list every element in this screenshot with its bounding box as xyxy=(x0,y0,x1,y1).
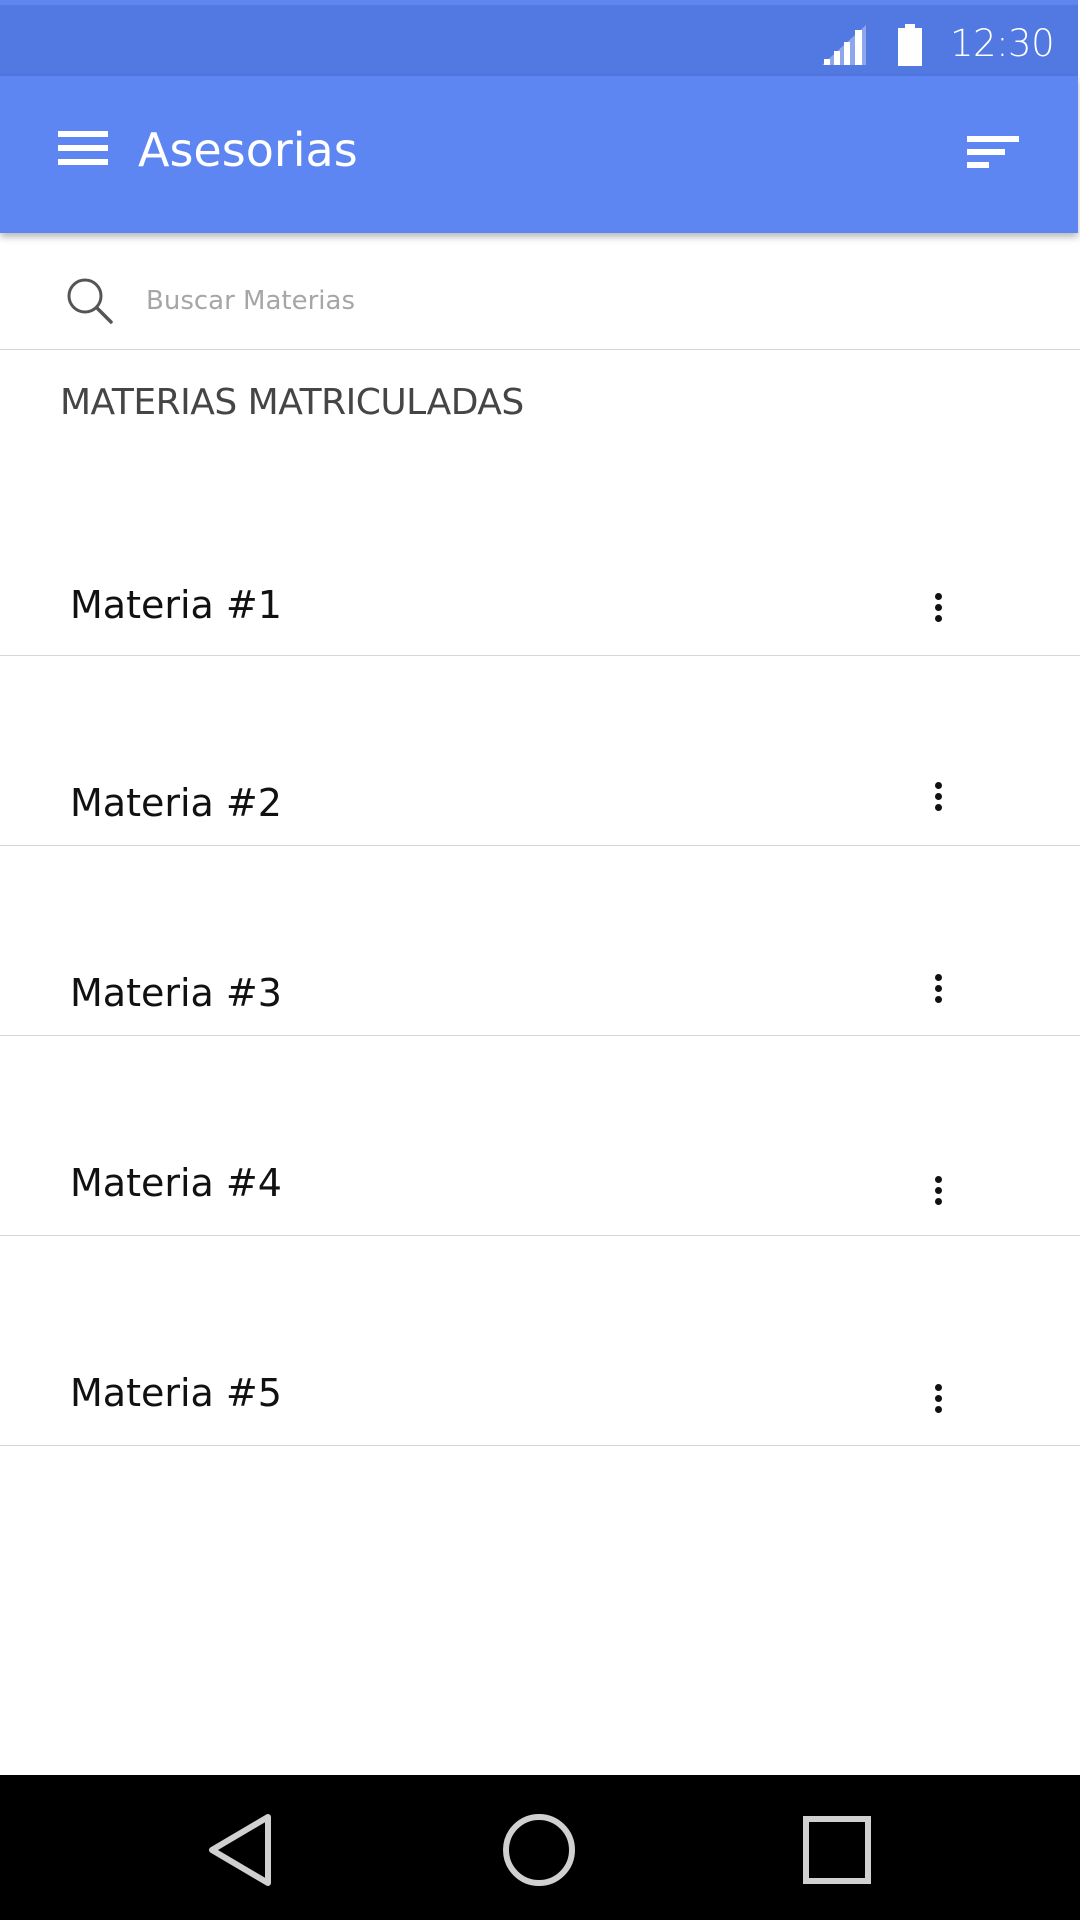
more-vert-icon[interactable] xyxy=(926,782,950,818)
list-item-materia-1[interactable]: Materia #1 xyxy=(0,528,1080,656)
back-icon[interactable] xyxy=(196,1805,286,1895)
search-bar xyxy=(0,233,1080,350)
search-icon[interactable] xyxy=(66,277,114,325)
home-icon[interactable] xyxy=(494,1805,584,1895)
more-vert-icon[interactable] xyxy=(926,1384,950,1420)
list-item-label: Materia #2 xyxy=(70,781,282,825)
app-bar: Asesorias xyxy=(0,76,1078,233)
list-item-label: Materia #3 xyxy=(70,971,282,1015)
navigation-bar xyxy=(0,1775,1080,1920)
list-item-label: Materia #4 xyxy=(70,1161,282,1205)
section-title: MATERIAS MATRICULADAS xyxy=(60,382,524,423)
signal-icon xyxy=(822,25,866,65)
sort-icon[interactable] xyxy=(967,136,1019,172)
recents-icon[interactable] xyxy=(792,1805,882,1895)
app-title: Asesorias xyxy=(138,123,358,177)
more-vert-icon[interactable] xyxy=(926,974,950,1010)
list-item-label: Materia #5 xyxy=(70,1371,282,1415)
list-item-materia-4[interactable]: Materia #4 xyxy=(0,1036,1080,1236)
menu-icon[interactable] xyxy=(58,131,108,171)
status-time: 12:30 xyxy=(950,22,1055,65)
list-item-materia-3[interactable]: Materia #3 xyxy=(0,846,1080,1036)
battery-icon xyxy=(898,24,922,66)
list-item-materia-5[interactable]: Materia #5 xyxy=(0,1236,1080,1446)
status-bar: 12:30 xyxy=(0,0,1078,76)
search-input[interactable] xyxy=(146,281,1006,321)
list-item-materia-2[interactable]: Materia #2 xyxy=(0,656,1080,846)
more-vert-icon[interactable] xyxy=(926,593,950,629)
list-item-label: Materia #1 xyxy=(70,583,282,627)
more-vert-icon[interactable] xyxy=(926,1176,950,1212)
